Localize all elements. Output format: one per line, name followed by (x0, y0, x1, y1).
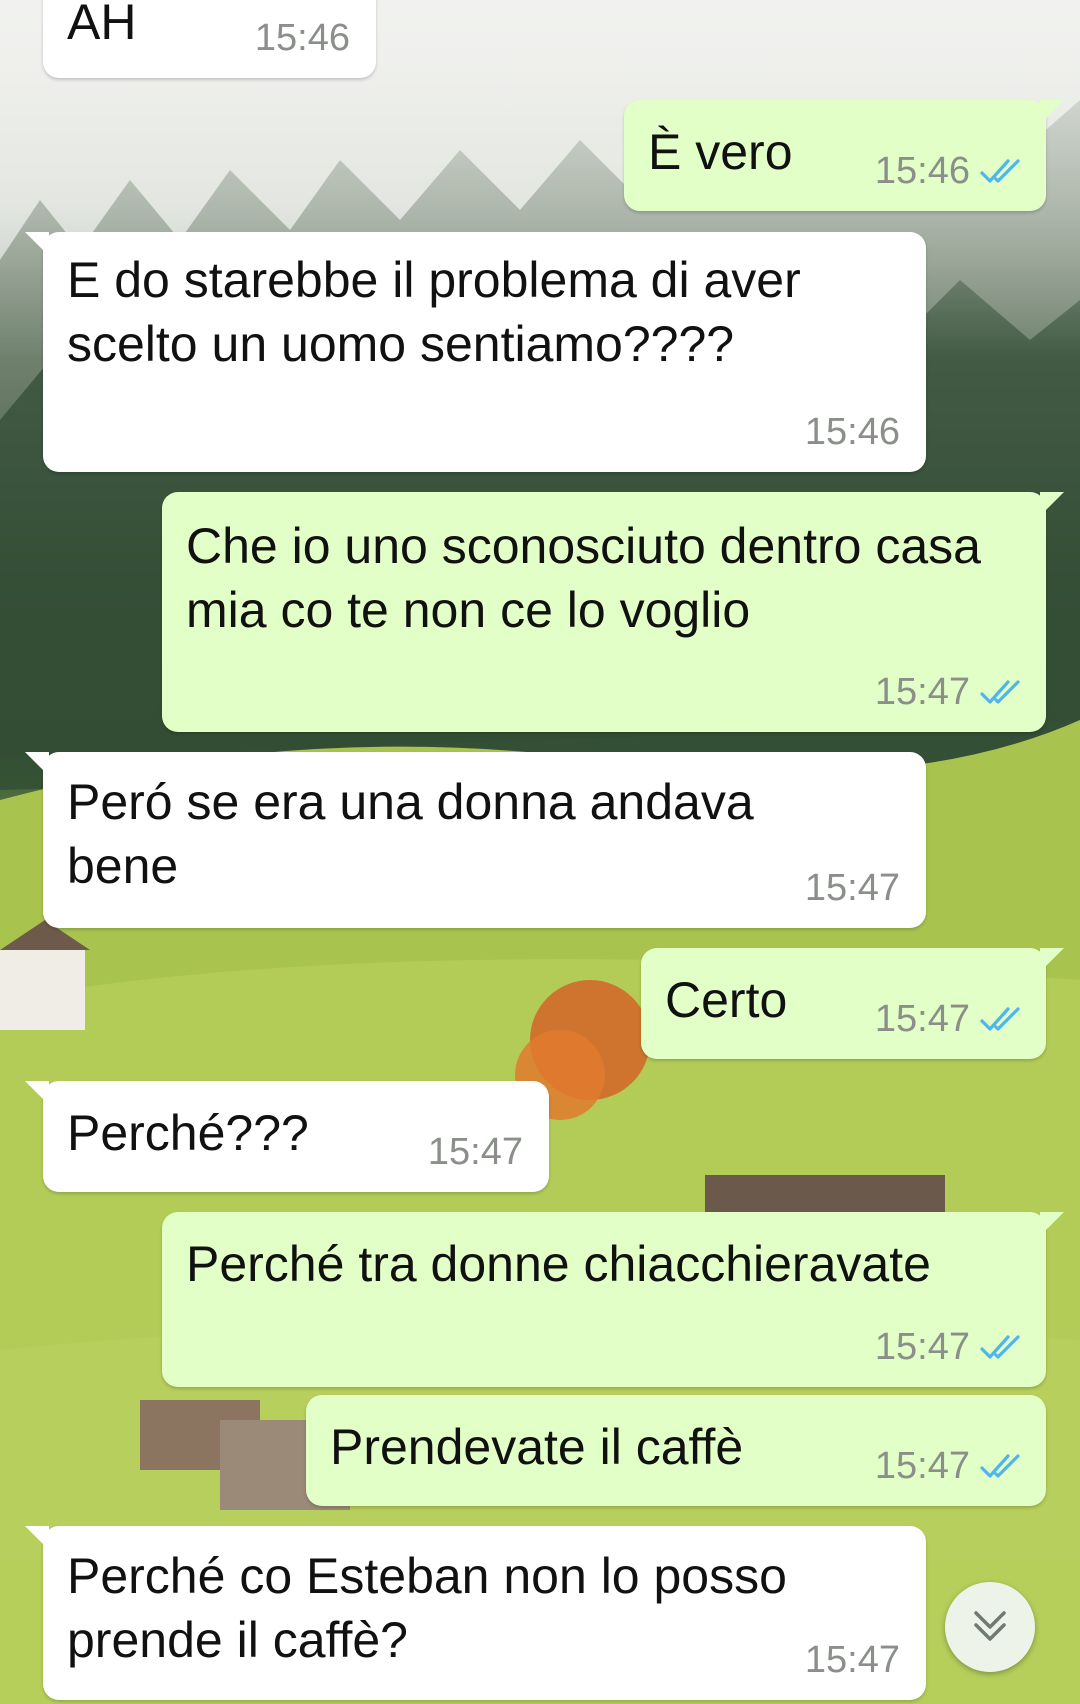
double-check-icon (980, 1335, 1020, 1359)
message-time: 15:47 (874, 671, 970, 713)
message-meta: 15:47 (875, 1446, 1024, 1486)
message-text: Perché co Esteban non lo posso prende il… (67, 1548, 801, 1668)
bubble-tail (1040, 492, 1064, 516)
double-check-icon (980, 680, 1020, 704)
incoming-message[interactable]: E do starebbe il problema di aver scelto… (25, 232, 926, 472)
message-time: 15:46 (254, 17, 350, 59)
message-meta: 15:46 (255, 18, 350, 58)
message-text: E do starebbe il problema di aver scelto… (67, 252, 815, 372)
message-time: 15:47 (427, 1131, 523, 1173)
message-meta: 15:47 (428, 1132, 523, 1172)
message-meta: 15:47 (805, 868, 900, 908)
message-time: 15:47 (874, 1445, 970, 1487)
bubble-tail (25, 1081, 49, 1105)
outgoing-message[interactable]: È vero 15:46 (624, 100, 1064, 211)
message-meta: 15:46 (875, 151, 1024, 191)
message-time: 15:47 (874, 998, 970, 1040)
double-check-icon (980, 1454, 1020, 1478)
message-time: 15:46 (804, 411, 900, 453)
outgoing-message[interactable]: Certo 15:47 (641, 948, 1064, 1059)
bubble-tail (25, 1526, 49, 1550)
message-text: Perché tra donne chiacchieravate (186, 1236, 931, 1292)
message-time: 15:47 (804, 1639, 900, 1681)
incoming-message[interactable]: Perché??? 15:47 (25, 1081, 549, 1192)
bubble-tail (25, 752, 49, 776)
bubble-tail (1040, 100, 1064, 124)
outgoing-message[interactable]: Prendevate il caffè 15:47 (306, 1395, 1046, 1506)
message-time: 15:46 (874, 150, 970, 192)
message-meta: 15:47 (805, 1640, 900, 1680)
double-chevron-down-icon (974, 1611, 1006, 1641)
message-meta: 15:47 (875, 672, 1024, 712)
message-time: 15:47 (804, 867, 900, 909)
message-meta: 15:47 (875, 999, 1024, 1039)
incoming-message[interactable]: Perché co Esteban non lo posso prende il… (25, 1526, 926, 1700)
message-meta: 15:46 (805, 412, 900, 452)
message-time: 15:47 (874, 1326, 970, 1368)
message-text: Peró se era una donna andava bene (67, 774, 768, 894)
outgoing-message[interactable]: Che io uno sconosciuto dentro casa mia c… (162, 492, 1064, 732)
scroll-to-bottom-button[interactable] (945, 1582, 1035, 1672)
message-meta: 15:47 (875, 1327, 1024, 1367)
outgoing-message[interactable]: Perché tra donne chiacchieravate 15:47 (162, 1212, 1064, 1387)
bubble-tail (1040, 948, 1064, 972)
double-check-icon (980, 159, 1020, 183)
double-check-icon (980, 1007, 1020, 1031)
incoming-message[interactable]: Peró se era una donna andava bene 15:47 (25, 752, 926, 928)
incoming-message[interactable]: AH 15:46 (43, 0, 376, 78)
message-text: Che io uno sconosciuto dentro casa mia c… (186, 518, 995, 638)
bubble-tail (1040, 1212, 1064, 1236)
bubble-tail (25, 232, 49, 256)
